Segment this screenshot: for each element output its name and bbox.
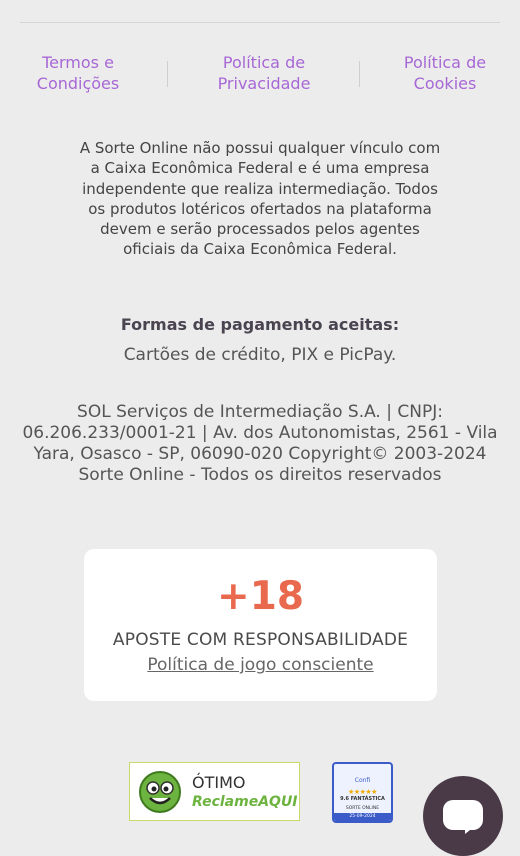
- confi-site: SORTE ONLINE: [345, 806, 380, 811]
- terms-link[interactable]: Termos e Condições: [3, 52, 153, 94]
- confi-date: 25-09-2024: [334, 813, 391, 821]
- age-restriction: +18: [217, 574, 304, 619]
- footer-links: Termos e Condições Política de Privacida…: [0, 52, 520, 96]
- company-info: SOL Serviços de Intermediação S.A. | CNP…: [22, 402, 498, 485]
- reclame-aqui-badge[interactable]: ÓTIMO ReclameAQUI: [129, 762, 300, 821]
- star-rating-icon: ★★★★★: [348, 788, 377, 796]
- top-divider: [20, 22, 500, 23]
- confi-score: 9.6 FANTÁSTICA: [340, 796, 385, 802]
- link-separator: [359, 61, 360, 87]
- privacy-link[interactable]: Política de Privacidade: [189, 52, 339, 94]
- reclame-aqui-logo: ReclameAQUI: [192, 794, 298, 810]
- cookies-link[interactable]: Política de Cookies: [370, 52, 520, 94]
- chat-bubble-icon: [443, 800, 483, 830]
- legal-disclaimer: A Sorte Online não possui qualquer víncu…: [79, 139, 441, 259]
- smiley-face-icon: [139, 771, 181, 813]
- confi-logo: Confi: [354, 777, 371, 784]
- responsible-headline: APOSTE COM RESPONSABILIDADE: [112, 630, 409, 650]
- payment-methods: Cartões de crédito, PIX e PicPay.: [123, 345, 397, 365]
- responsible-gaming-card: +18 APOSTE COM RESPONSABILIDADE Política…: [84, 549, 437, 701]
- rating-label: ÓTIMO: [192, 773, 246, 792]
- link-separator: [167, 61, 168, 87]
- confi-badge[interactable]: Confi ★★★★★ 9.6 FANTÁSTICA SORTE ONLINE …: [332, 762, 393, 823]
- responsible-gaming-link[interactable]: Política de jogo consciente: [84, 655, 437, 675]
- chat-bubble-tail: [465, 826, 475, 834]
- chat-button[interactable]: [423, 776, 503, 856]
- payment-title: Formas de pagamento aceitas:: [120, 315, 400, 334]
